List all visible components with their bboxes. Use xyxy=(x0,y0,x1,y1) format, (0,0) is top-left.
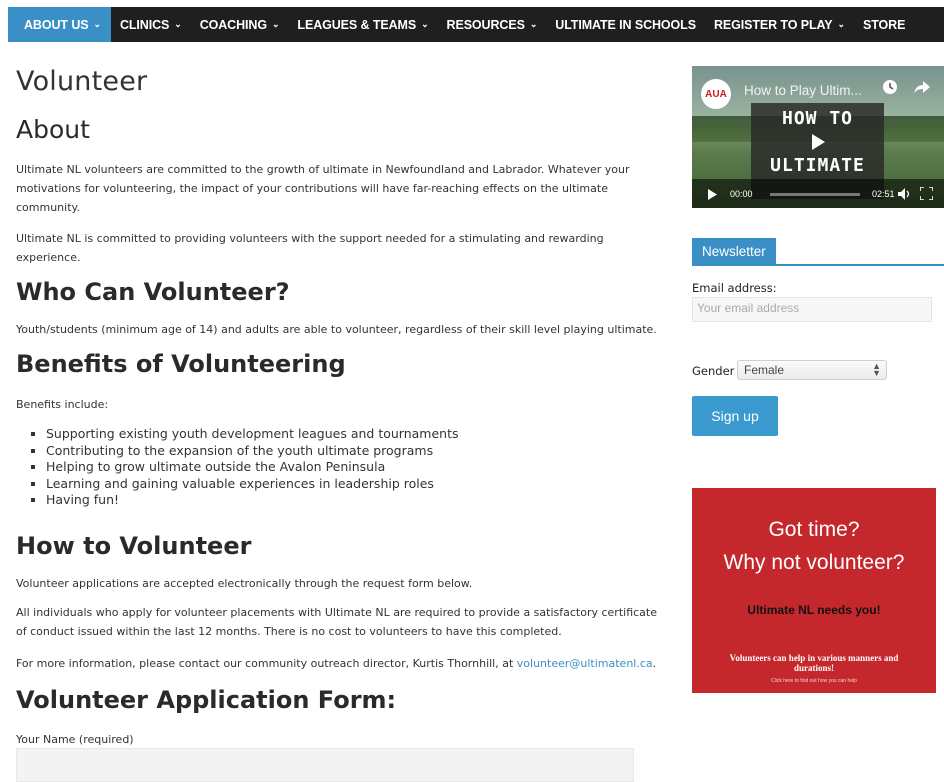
nav-coaching[interactable]: COACHING ⌄ xyxy=(191,7,289,42)
list-item: Contributing to the expansion of the you… xyxy=(46,443,459,460)
email-label: Email address: xyxy=(692,281,777,295)
chevron-down-icon: ⌄ xyxy=(529,19,538,29)
how-paragraph-2: All individuals who apply for volunteer … xyxy=(16,606,657,638)
about-paragraph-1: Ultimate NL volunteers are committed to … xyxy=(16,163,630,214)
gender-select[interactable]: Female ▲ ▼ xyxy=(737,360,887,380)
current-time: 00:00 xyxy=(730,189,753,199)
nav-label: REGISTER TO PLAY xyxy=(713,17,833,32)
select-arrows-icon: ▲ ▼ xyxy=(872,361,881,378)
title-card-line-2: ULTIMATE xyxy=(770,155,865,176)
how-heading: How to Volunteer xyxy=(16,532,252,560)
main-nav: ABOUT US ⌄ CLINICS ⌄ COACHING ⌄ LEAGUES … xyxy=(8,7,944,42)
volunteer-email-link[interactable]: volunteer@ultimatenl.ca xyxy=(517,657,653,670)
volunteer-promo-banner[interactable]: Got time? Why not volunteer? Ultimate NL… xyxy=(692,488,936,693)
contact-text: For more information, please contact our… xyxy=(16,657,517,670)
chevron-down-icon: ⌄ xyxy=(174,19,182,29)
who-heading: Who Can Volunteer? xyxy=(16,278,290,306)
benefits-list: Supporting existing youth development le… xyxy=(16,426,459,509)
video-controls: 00:00 02:51 xyxy=(692,179,944,208)
volume-icon[interactable] xyxy=(898,188,911,200)
chevron-down-icon: ⌄ xyxy=(271,19,280,29)
promo-line-2: Why not volunteer? xyxy=(723,551,905,574)
list-item: Helping to grow ultimate outside the Ava… xyxy=(46,459,459,476)
title-card-line-1: HOW TO xyxy=(781,108,854,129)
email-input[interactable]: Your email address xyxy=(692,297,932,322)
watch-later-icon[interactable] xyxy=(882,79,898,95)
promo-line-1: Got time? xyxy=(768,518,860,541)
name-label: Your Name (required) xyxy=(16,733,134,746)
duration: 02:51 xyxy=(872,189,895,199)
benefits-intro: Benefits include: xyxy=(16,398,109,411)
nav-label: ABOUT US xyxy=(24,17,89,32)
nav-label: ULTIMATE IN SCHOOLS xyxy=(555,17,696,32)
chevron-down-icon: ⌄ xyxy=(93,19,101,29)
fullscreen-icon[interactable] xyxy=(920,187,933,200)
newsletter-header: Newsletter xyxy=(692,238,944,266)
nav-leagues-teams[interactable]: LEAGUES & TEAMS ⌄ xyxy=(288,7,437,42)
share-icon[interactable] xyxy=(913,79,931,95)
chevron-down-icon: ⌄ xyxy=(421,19,429,29)
page-title: Volunteer xyxy=(16,66,148,97)
nav-label: CLINICS xyxy=(119,17,170,32)
list-item: Having fun! xyxy=(46,492,459,509)
contact-suffix: . xyxy=(652,657,657,670)
nav-ultimate-in-schools[interactable]: ULTIMATE IN SCHOOLS xyxy=(546,7,705,42)
video-player[interactable]: AUA How to Play Ultim... HOW TO ULTIMATE… xyxy=(692,66,944,208)
list-item: Supporting existing youth development le… xyxy=(46,426,459,443)
channel-logo[interactable]: AUA xyxy=(701,79,731,109)
play-icon[interactable] xyxy=(809,133,827,151)
play-icon[interactable] xyxy=(707,189,717,200)
form-heading: Volunteer Application Form: xyxy=(16,686,397,714)
list-item: Learning and gaining valuable experience… xyxy=(46,476,459,493)
gender-value: Female xyxy=(744,363,785,377)
nav-label: LEAGUES & TEAMS xyxy=(297,17,417,32)
name-input[interactable] xyxy=(16,748,634,782)
nav-store[interactable]: STORE xyxy=(854,7,914,42)
nav-label: COACHING xyxy=(199,17,267,32)
newsletter-title: Newsletter xyxy=(692,238,776,266)
nav-clinics[interactable]: CLINICS ⌄ xyxy=(111,7,191,42)
nav-label: RESOURCES xyxy=(446,17,525,32)
video-title[interactable]: How to Play Ultim... xyxy=(744,83,862,98)
nav-register-to-play[interactable]: REGISTER TO PLAY ⌄ xyxy=(705,7,854,42)
promo-line-3: Ultimate NL needs you! xyxy=(747,603,881,617)
benefits-heading: Benefits of Volunteering xyxy=(16,350,346,378)
promo-line-4: Volunteers can help in various manners a… xyxy=(729,653,899,673)
promo-line-5[interactable]: Click here to find out how you can help xyxy=(692,678,936,684)
how-paragraph-3: For more information, please contact our… xyxy=(16,654,666,673)
chevron-down-icon: ⌄ xyxy=(837,19,846,29)
nav-about-us[interactable]: ABOUT US ⌄ xyxy=(8,7,111,42)
nav-label: STORE xyxy=(862,17,906,32)
gender-label: Gender xyxy=(692,364,735,378)
about-heading: About xyxy=(16,115,90,144)
who-paragraph: Youth/students (minimum age of 14) and a… xyxy=(16,323,657,336)
about-paragraph-2: Ultimate NL is committed to providing vo… xyxy=(16,232,604,264)
how-paragraph-1: Volunteer applications are accepted elec… xyxy=(16,577,473,590)
progress-bar[interactable] xyxy=(770,193,860,196)
nav-resources[interactable]: RESOURCES ⌄ xyxy=(438,7,547,42)
signup-button[interactable]: Sign up xyxy=(692,396,778,436)
